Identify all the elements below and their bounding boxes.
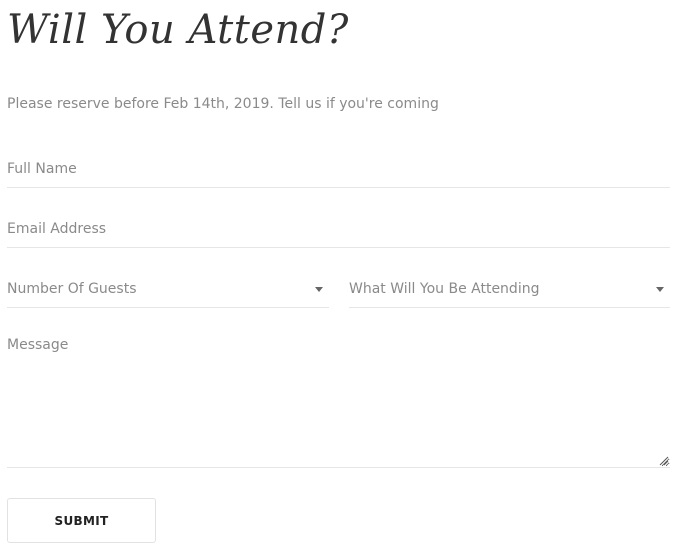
full-name-field[interactable] [7,150,670,188]
email-field[interactable] [7,210,670,248]
guests-select-value: Number Of Guests [7,281,137,297]
guests-select[interactable]: Number Of Guests [7,270,329,308]
chevron-down-icon [656,287,664,292]
submit-button[interactable]: SUBMIT [7,498,156,543]
chevron-down-icon [315,287,323,292]
message-field[interactable] [7,336,670,468]
page-title: Will You Attend? [7,7,349,53]
rsvp-instructions: Please reserve before Feb 14th, 2019. Te… [7,96,439,112]
attending-select[interactable]: What Will You Be Attending [349,270,670,308]
resize-grip-icon[interactable] [659,456,669,466]
attending-select-value: What Will You Be Attending [349,281,540,297]
